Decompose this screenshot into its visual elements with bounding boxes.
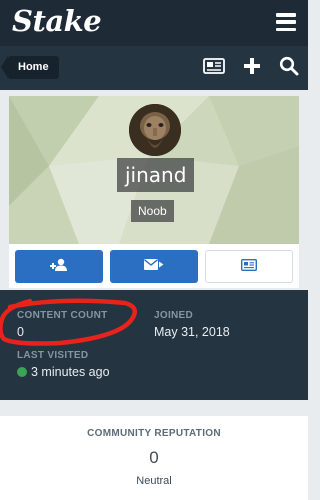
message-button[interactable] — [110, 250, 198, 283]
online-status-dot — [17, 367, 27, 377]
last-visited-value: 3 minutes ago — [31, 365, 110, 379]
breadcrumb-home[interactable]: Home — [1, 56, 59, 79]
joined-date: May 31, 2018 — [154, 325, 230, 339]
hamburger-menu-icon[interactable] — [276, 13, 296, 31]
top-bar: Stake — [0, 0, 308, 46]
follow-user-icon — [50, 258, 68, 276]
username: jinand — [117, 158, 195, 192]
view-activity-button[interactable] — [205, 250, 293, 283]
reputation-standing: Neutral — [136, 475, 172, 487]
reputation-value: 0 — [149, 448, 159, 467]
profile-card: jinand Noob — [9, 96, 299, 288]
red-annotation-circle — [0, 298, 138, 346]
sub-navigation-bar: Home — [0, 46, 308, 90]
search-icon[interactable] — [279, 56, 299, 81]
site-logo[interactable]: Stake — [12, 4, 102, 38]
avatar[interactable] — [129, 104, 181, 156]
member-rank-badge: Noob — [131, 200, 174, 222]
message-icon — [144, 258, 164, 276]
follow-user-button[interactable] — [15, 250, 103, 283]
reputation-title: COMMUNITY REPUTATION — [87, 428, 221, 439]
joined-label: JOINED — [154, 310, 194, 321]
community-reputation-panel: COMMUNITY REPUTATION 0 Neutral — [0, 416, 308, 500]
feed-card-icon — [240, 258, 258, 276]
plus-icon[interactable] — [243, 57, 261, 80]
profile-cover-banner: jinand Noob — [9, 96, 299, 244]
newspaper-icon[interactable] — [203, 58, 225, 79]
